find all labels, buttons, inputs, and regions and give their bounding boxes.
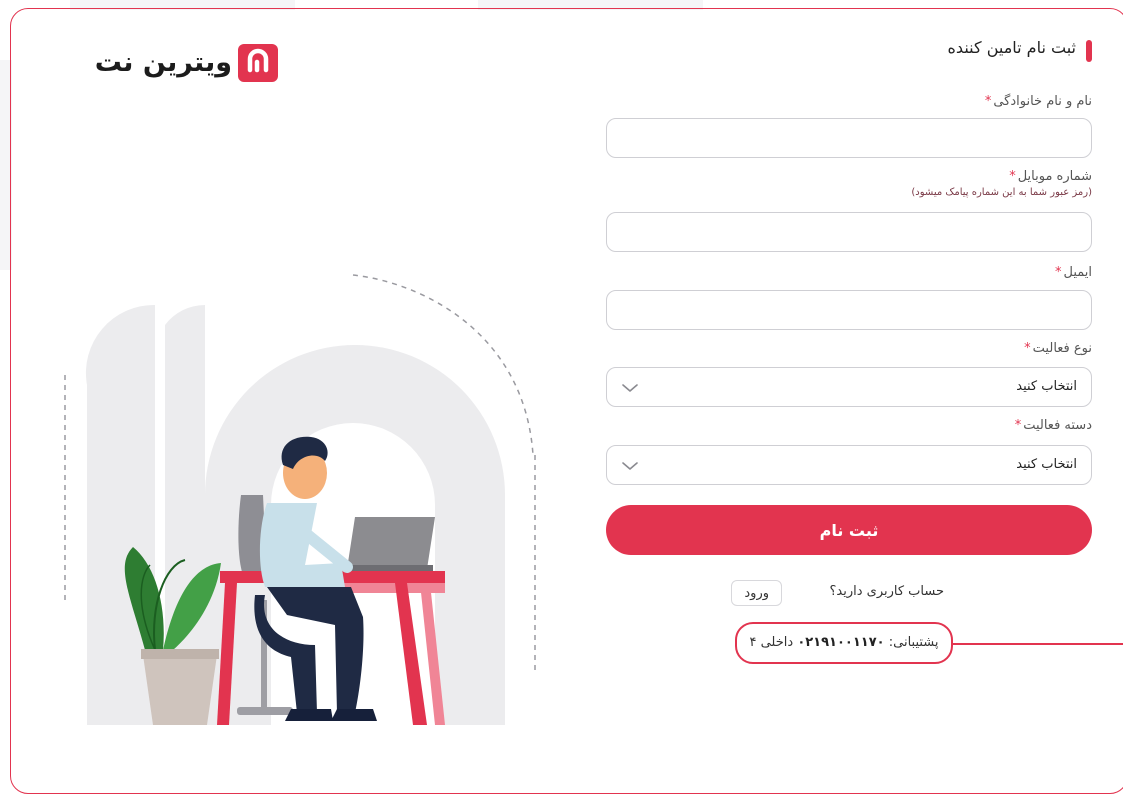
account-question: حساب کاربری دارید؟ [829, 584, 944, 599]
activity-type-label: نوع فعالیت* [1024, 341, 1092, 356]
title-accent-bar [1086, 40, 1092, 62]
email-field[interactable] [606, 290, 1092, 330]
required-mark: * [1014, 418, 1022, 433]
support-info: پشتیبانی: ۰۲۱۹۱۰۰۱۱۷۰ داخلی ۴ [735, 622, 953, 664]
chevron-down-icon [622, 384, 638, 392]
login-button[interactable]: ورود [731, 580, 782, 606]
required-mark: * [1054, 265, 1062, 280]
mobile-label: شماره موبایل* [1009, 169, 1092, 184]
activity-type-select[interactable]: انتخاب کنید [606, 367, 1092, 407]
support-ext: داخلی ۴ [749, 635, 794, 650]
support-phone[interactable]: ۰۲۱۹۱۰۰۱۱۷۰ [797, 635, 884, 650]
brand-logo[interactable]: ویترین نت [62, 40, 284, 86]
mobile-field[interactable] [606, 212, 1092, 252]
activity-type-value: انتخاب کنید [1016, 379, 1077, 394]
full-name-field[interactable] [606, 118, 1092, 158]
chevron-down-icon [622, 462, 638, 470]
required-mark: * [1024, 341, 1031, 356]
support-callout-line [953, 643, 1123, 645]
activity-category-label: دسته فعالیت* [1014, 418, 1092, 433]
email-label: ایمیل* [1054, 265, 1092, 280]
activity-category-select[interactable]: انتخاب کنید [606, 445, 1092, 485]
mobile-note: (رمز عبور شما به این شماره پیامک میشود) [911, 187, 1092, 198]
required-mark: * [1009, 169, 1016, 184]
illustration [64, 274, 536, 725]
logo-mark-icon [238, 44, 278, 82]
full-name-label: نام و نام خانوادگی* [984, 94, 1092, 109]
form-title: ثبت نام تامین کننده [947, 38, 1076, 57]
login-prompt: حساب کاربری دارید؟ ورود [606, 580, 1092, 608]
support-label: پشتیبانی: [888, 635, 939, 650]
logo-text: ویترین نت [94, 47, 232, 78]
required-mark: * [984, 94, 992, 109]
register-button[interactable]: ثبت نام [606, 505, 1092, 555]
activity-category-value: انتخاب کنید [1016, 457, 1077, 472]
